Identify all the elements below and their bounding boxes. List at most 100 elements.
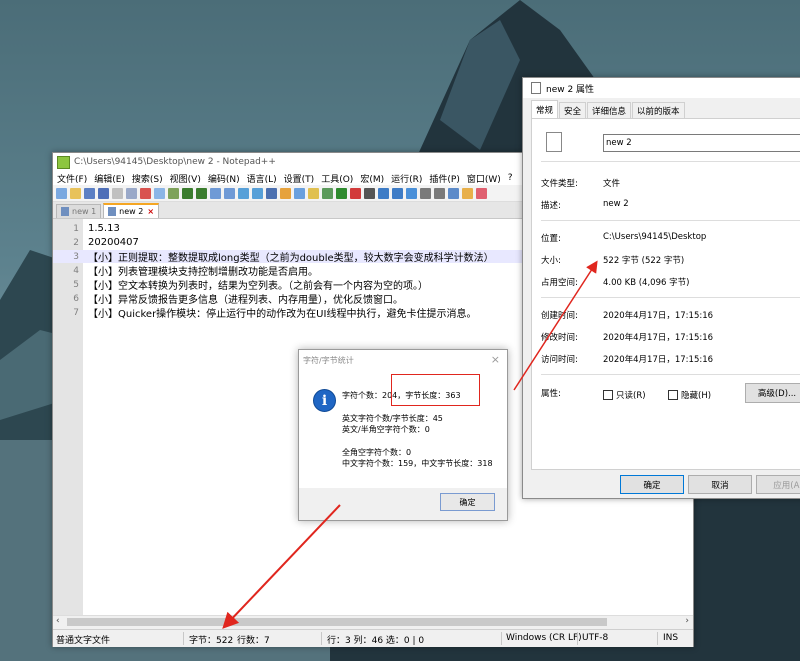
- size-label: 大小:: [541, 256, 561, 266]
- status-bytes: 字节：522: [189, 636, 234, 646]
- status-eol: Windows (CR LF): [506, 633, 582, 643]
- notepad-title: C:\Users\94145\Desktop\new 2 - Notepad++: [74, 157, 276, 167]
- english-count-text: 英文字符个数/字节长度：45: [342, 414, 443, 423]
- menu-macro[interactable]: 宏(M): [360, 172, 384, 185]
- cut-icon[interactable]: [140, 187, 151, 199]
- tab-new-2[interactable]: new 2 ×: [103, 203, 160, 218]
- file-tab-icon: [61, 207, 69, 216]
- record-macro-icon[interactable]: [350, 187, 361, 199]
- menu-language[interactable]: 语言(L): [247, 172, 277, 185]
- menu-plugins[interactable]: 插件(P): [429, 172, 459, 185]
- doc-map-icon[interactable]: [448, 187, 459, 199]
- stats-dialog-title: 字符/字节统计: [303, 355, 354, 365]
- menu-help[interactable]: ?: [508, 173, 513, 183]
- advanced-button[interactable]: 高级(D)...: [745, 383, 800, 403]
- properties-tabs: 常规 安全 详细信息 以前的版本: [531, 100, 686, 118]
- redo-icon[interactable]: [196, 187, 207, 199]
- close-tab-icon[interactable]: ×: [147, 207, 154, 216]
- file-type-value: 文件: [603, 179, 621, 189]
- horizontal-scrollbar[interactable]: ‹ ›: [53, 615, 693, 628]
- save-icon[interactable]: [84, 187, 95, 199]
- size-value: 522 字节 (522 字节): [603, 256, 685, 266]
- scroll-right-icon[interactable]: ›: [685, 616, 689, 626]
- properties-title-bar: new 2 属性: [523, 78, 800, 98]
- find-icon[interactable]: [210, 187, 221, 199]
- show-all-icon[interactable]: [280, 187, 291, 199]
- hidden-checkbox[interactable]: 隐藏(H): [668, 389, 711, 401]
- close-icon[interactable]: ×: [491, 353, 500, 366]
- status-bar: 普通文字文件 字节：522 行数：7 行：3 列：46 选：0 | 0 Wind…: [53, 629, 693, 647]
- apply-button[interactable]: 应用(A): [756, 475, 800, 494]
- file-icon: [531, 82, 541, 94]
- paste-icon[interactable]: [168, 187, 179, 199]
- tab-security[interactable]: 安全: [559, 102, 587, 118]
- zoom-out-icon[interactable]: [252, 187, 263, 199]
- menu-window[interactable]: 窗口(W): [467, 172, 501, 185]
- general-panel: new 2 文件类型: 文件 描述: new 2 位置: C:\Users\94…: [531, 118, 800, 470]
- save-all-icon[interactable]: [98, 187, 109, 199]
- status-filetype: 普通文字文件: [56, 636, 111, 646]
- menu-search[interactable]: 搜索(S): [132, 172, 163, 185]
- cancel-button[interactable]: 取消: [688, 475, 752, 494]
- tab-label: new 1: [72, 207, 97, 216]
- status-ins: INS: [663, 633, 679, 643]
- accessed-value: 2020年4月17日，17:15:16: [603, 355, 714, 365]
- attributes-label: 属性:: [541, 389, 561, 399]
- run-multiple-icon[interactable]: [392, 187, 403, 199]
- menu-settings[interactable]: 设置(T): [284, 172, 315, 185]
- menu-encoding[interactable]: 编码(N): [208, 172, 240, 185]
- menu-view[interactable]: 视图(V): [170, 172, 201, 185]
- replace-icon[interactable]: [224, 187, 235, 199]
- eye-icon[interactable]: [322, 187, 333, 199]
- tab-details[interactable]: 详细信息: [587, 102, 632, 118]
- menu-run[interactable]: 运行(R): [391, 172, 422, 185]
- copy-icon[interactable]: [154, 187, 165, 199]
- file-large-icon: [546, 132, 562, 152]
- scroll-left-icon[interactable]: ‹: [56, 616, 60, 626]
- menu-tools[interactable]: 工具(O): [321, 172, 353, 185]
- menu-edit[interactable]: 编辑(E): [94, 172, 125, 185]
- play-macro-icon[interactable]: [378, 187, 389, 199]
- status-position: 行：3 列：46 选：0 | 0: [327, 636, 425, 646]
- function-list-icon[interactable]: [462, 187, 473, 199]
- description-label: 描述:: [541, 201, 561, 211]
- folder-icon[interactable]: [308, 187, 319, 199]
- menu-file[interactable]: 文件(F): [57, 172, 87, 185]
- modified-value: 2020年4月17日，17:15:16: [603, 333, 714, 343]
- readonly-checkbox[interactable]: 只读(R): [603, 389, 646, 401]
- new-file-icon[interactable]: [56, 187, 67, 199]
- tab-previous-versions[interactable]: 以前的版本: [632, 102, 685, 118]
- save-macro-icon[interactable]: [406, 187, 417, 199]
- properties-title: new 2 属性: [546, 84, 595, 95]
- notepad-app-icon: [57, 155, 70, 169]
- indent-guide-icon[interactable]: [294, 187, 305, 199]
- open-file-icon[interactable]: [70, 187, 81, 199]
- close-file-icon[interactable]: [112, 187, 123, 199]
- print-icon[interactable]: [126, 187, 137, 199]
- zoom-in-icon[interactable]: [238, 187, 249, 199]
- down-arrow-icon[interactable]: [434, 187, 445, 199]
- wrap-icon[interactable]: [266, 187, 277, 199]
- modified-label: 修改时间:: [541, 333, 578, 343]
- created-label: 创建时间:: [541, 311, 578, 321]
- stop-macro-icon[interactable]: [364, 187, 375, 199]
- fullwidth-space-text: 全角空字符个数：0: [342, 448, 412, 457]
- status-lines: 行数：7: [237, 636, 270, 646]
- run-icon[interactable]: [336, 187, 347, 199]
- dialog-ok-button[interactable]: 确定: [440, 493, 495, 511]
- tab-new-1[interactable]: new 1: [56, 204, 102, 218]
- scrollbar-thumb[interactable]: [67, 618, 607, 626]
- annotation-highlight-box: [391, 374, 480, 406]
- created-value: 2020年4月17日，17:15:16: [603, 311, 714, 321]
- heart-icon[interactable]: [476, 187, 487, 199]
- filename-field[interactable]: new 2: [603, 134, 800, 152]
- ok-button[interactable]: 确定: [620, 475, 684, 494]
- properties-window: new 2 属性 常规 安全 详细信息 以前的版本 new 2 文件类型: 文件…: [522, 77, 800, 499]
- file-tab-icon: [108, 207, 117, 216]
- tab-general[interactable]: 常规: [531, 100, 559, 118]
- file-type-label: 文件类型:: [541, 179, 578, 189]
- disk-size-value: 4.00 KB (4,096 字节): [603, 278, 690, 288]
- undo-icon[interactable]: [182, 187, 193, 199]
- up-arrow-icon[interactable]: [420, 187, 431, 199]
- info-icon: i: [313, 389, 336, 412]
